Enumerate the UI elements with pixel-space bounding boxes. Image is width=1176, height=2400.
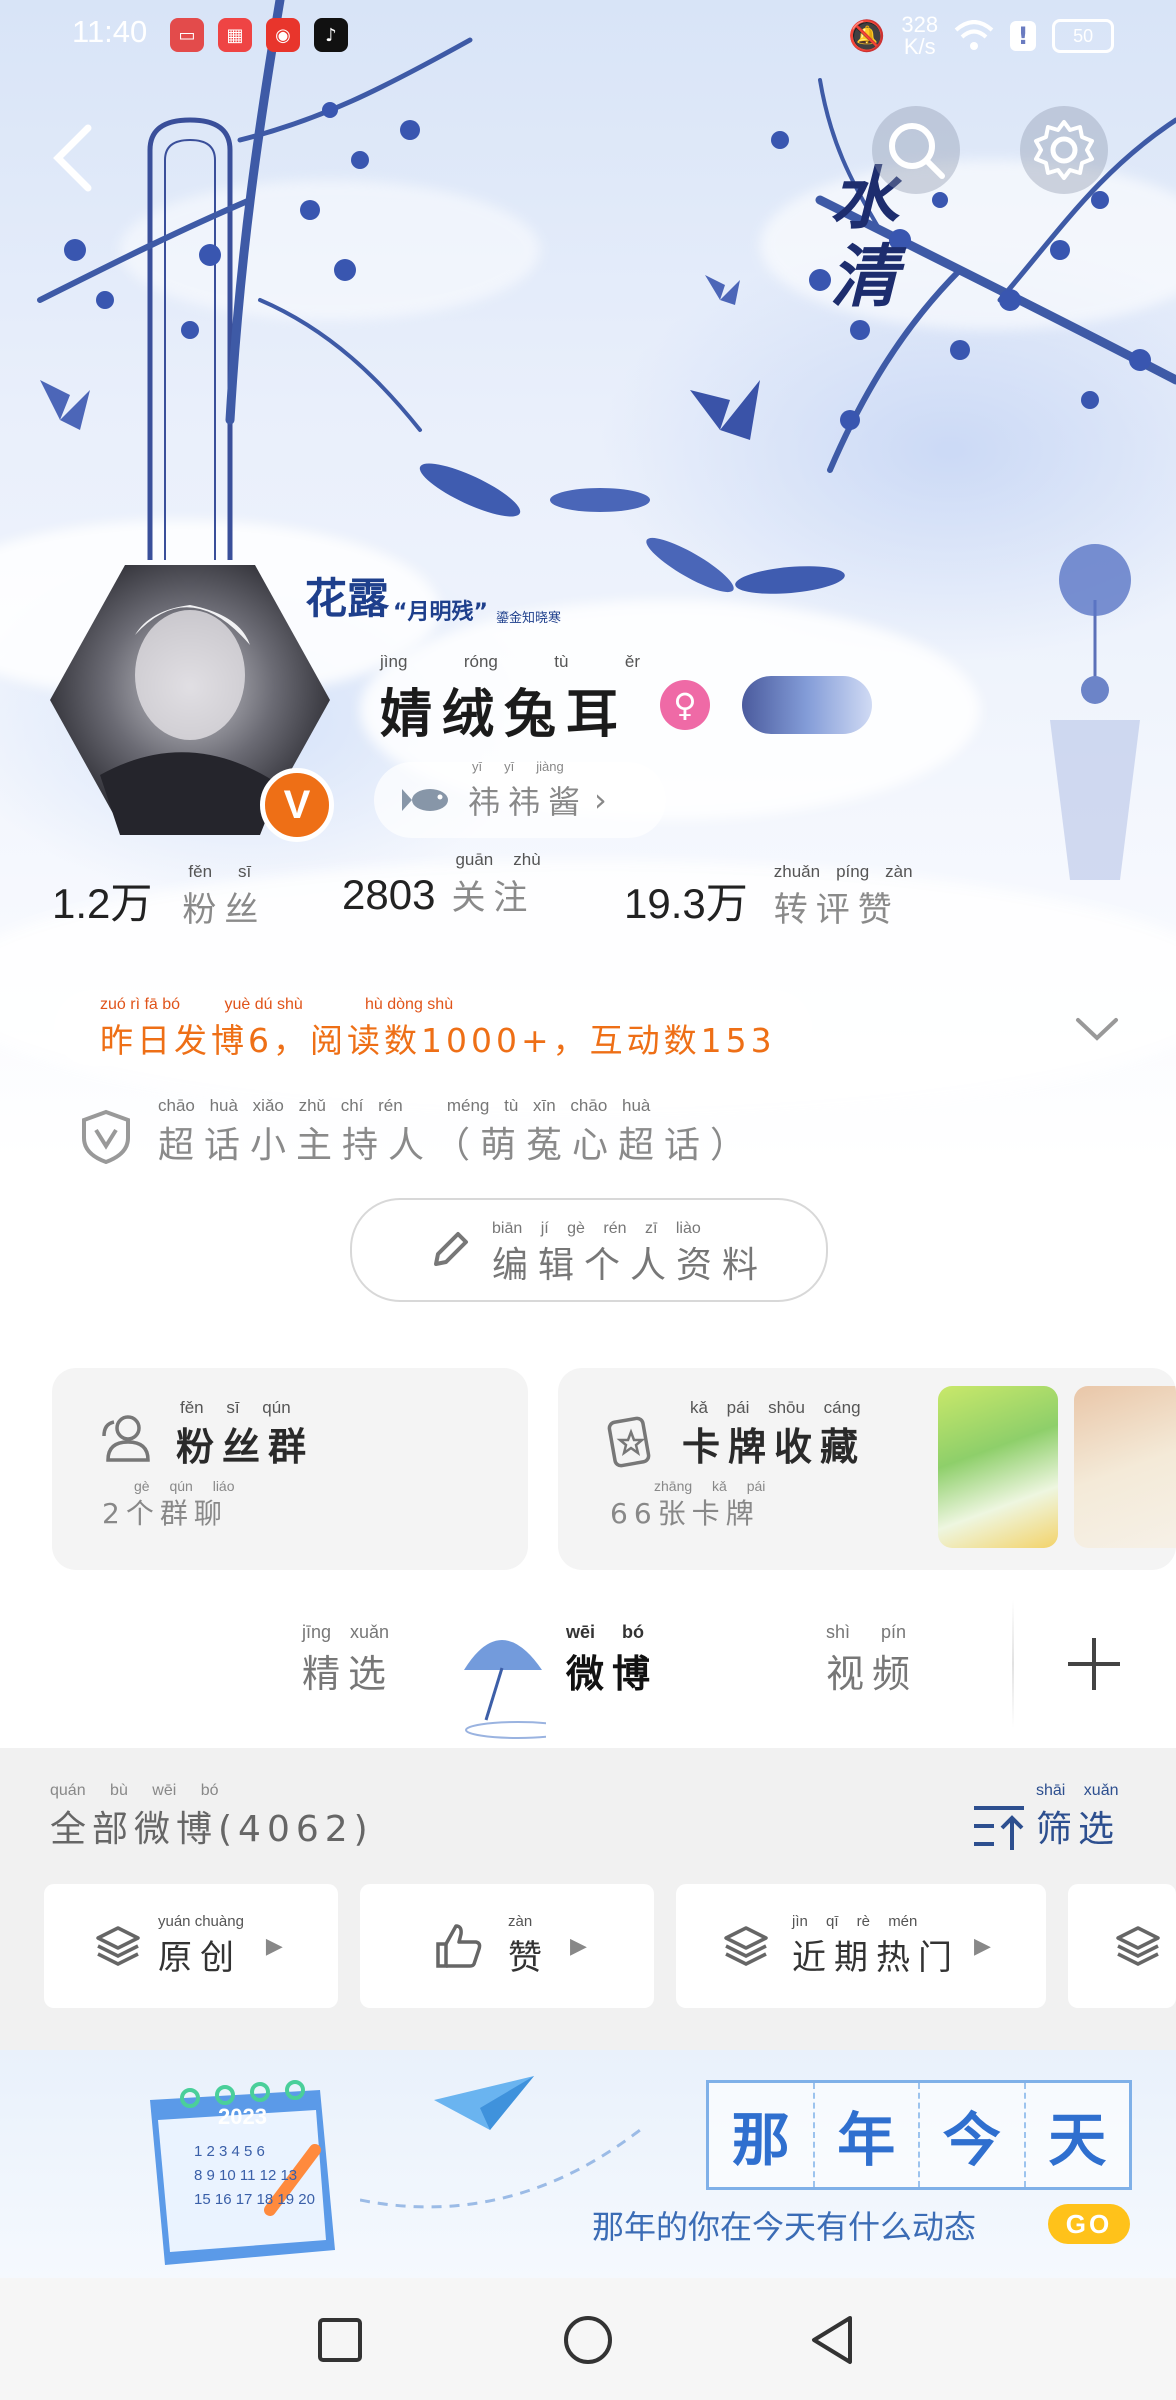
play-arrow-icon: ▶ bbox=[265, 1933, 283, 1959]
tab-video[interactable]: shì pín 视频 bbox=[826, 1622, 918, 1698]
app-grid-icon: ▦ bbox=[218, 18, 252, 52]
tab-weibo[interactable]: wēi bó 微博 bbox=[566, 1622, 658, 1698]
stat-fans[interactable]: 1.2万 fěn sī 粉丝 bbox=[52, 862, 266, 931]
net-speed: 328 K/s bbox=[901, 12, 939, 59]
fish-icon bbox=[402, 789, 448, 811]
chevron-down-icon[interactable] bbox=[1072, 1014, 1122, 1044]
filter-chip-trending[interactable]: jìn qī rè mén 近期热门 ▶ bbox=[676, 1884, 1046, 2008]
system-nav-bar bbox=[0, 2278, 1176, 2400]
status-time: 11:40 bbox=[72, 14, 148, 49]
tab-divider bbox=[1012, 1600, 1014, 1728]
card-star-icon bbox=[607, 1416, 651, 1468]
calendar-dates: 1 2 3 4 5 6 8 9 10 11 12 13 15 16 17 18 … bbox=[194, 2143, 315, 2208]
weibo-icon: ◉ bbox=[266, 18, 300, 52]
avatar[interactable]: V bbox=[40, 555, 340, 845]
edit-profile-button[interactable]: biān jí gè rén zī liào 编辑个人资料 bbox=[350, 1198, 828, 1302]
all-posts-label[interactable]: quán bù wēi bó 全部微博(4062) bbox=[50, 1782, 374, 1852]
filter-chip-original[interactable]: yuán chuàng 原创 ▶ bbox=[44, 1884, 338, 2008]
filter-chip-like[interactable]: zàn 赞 ▶ bbox=[360, 1884, 654, 2008]
verified-badge: V bbox=[260, 768, 334, 842]
member-badge-icon[interactable] bbox=[742, 676, 872, 734]
thumbs-up-icon bbox=[436, 1924, 482, 1968]
home-icon[interactable] bbox=[562, 2314, 614, 2366]
sort-filter-icon bbox=[974, 1806, 1024, 1850]
mute-icon: 🔕 bbox=[848, 19, 886, 53]
fans-group-card[interactable]: fěn sī qún 粉丝群 gè qún liáo 2个群聊 bbox=[52, 1368, 528, 1570]
name-pinyin: jìng róng tù ěr bbox=[380, 652, 640, 671]
huawei-store-icon: ▭ bbox=[170, 18, 204, 52]
tab-bar: jīng xuǎn 精选 wēi bó 微博 shì pín 视频 bbox=[0, 1600, 1176, 1748]
banner-subtitle: 那年的你在今天有什么动态 bbox=[592, 2208, 977, 2246]
tab-featured[interactable]: jīng xuǎn 精选 bbox=[302, 1622, 394, 1698]
stat-reposts-comments-likes[interactable]: 19.3万 zhuǎn píng zàn 转评赞 bbox=[624, 862, 913, 931]
stat-following[interactable]: 2803 guān zhù 关注 bbox=[342, 850, 541, 919]
tiktok-icon: ♪ bbox=[314, 18, 348, 52]
filter-button[interactable]: shāi xuǎn 筛选 bbox=[970, 1782, 1120, 1852]
nickname-text: 祎祎酱 bbox=[468, 783, 589, 821]
profile-name: 婧绒兔耳 bbox=[380, 684, 629, 745]
settings-button[interactable] bbox=[1020, 106, 1108, 194]
female-icon: ♀ bbox=[660, 680, 710, 730]
back-triangle-icon[interactable] bbox=[808, 2314, 856, 2366]
calendar-year: 2023 bbox=[218, 2104, 267, 2129]
search-icon bbox=[889, 123, 945, 179]
people-icon bbox=[102, 1415, 150, 1462]
play-arrow-icon: ▶ bbox=[570, 1933, 587, 1959]
wifi-icon bbox=[954, 20, 994, 50]
play-arrow-icon: ▶ bbox=[974, 1933, 991, 1959]
back-arrow-icon bbox=[53, 124, 92, 192]
card-thumbnail-2[interactable] bbox=[1074, 1386, 1176, 1548]
plus-icon[interactable] bbox=[1066, 1636, 1122, 1692]
card-thumbnail-1[interactable] bbox=[938, 1386, 1058, 1548]
feed-filter-area: quán bù wēi bó 全部微博(4062) shāi xuǎn 筛选 y… bbox=[0, 1748, 1176, 2050]
activity-summary[interactable]: zuó rì fā bó yuè dú shù hù dòng shù 昨日发博… bbox=[54, 990, 812, 1066]
battery-icon: 50 bbox=[1052, 19, 1115, 53]
umbrella-icon bbox=[464, 1640, 546, 1739]
shield-icon bbox=[82, 1109, 130, 1164]
alert-icon: ! bbox=[1010, 21, 1037, 51]
gear-icon bbox=[1034, 120, 1094, 180]
super-topic-host[interactable]: chāo huà xiǎo zhǔ chí rén méng tù xīn ch… bbox=[158, 1096, 756, 1168]
status-right: 🔕 328 K/s ! 50 bbox=[848, 12, 1115, 59]
search-button[interactable] bbox=[872, 106, 960, 194]
nickname-pill[interactable]: yī yī jiàng 祎祎酱 › bbox=[374, 759, 666, 838]
title-badge: 花露 “月明残” 鎏金知晓寒 bbox=[305, 574, 561, 626]
pencil-icon bbox=[434, 1232, 468, 1266]
layers-icon bbox=[724, 1926, 768, 1966]
card-collection-card[interactable]: kǎ pái shōu cáng 卡牌收藏 zhāng kǎ pái 66张卡牌 bbox=[558, 1368, 1176, 1570]
go-button[interactable]: GO bbox=[1048, 2204, 1130, 2244]
banner-title: 那 年 今 天 bbox=[706, 2080, 1132, 2190]
status-app-icons: ▭ ▦ ◉ ♪ bbox=[170, 18, 348, 52]
recent-apps-icon[interactable] bbox=[316, 2316, 364, 2364]
back-button[interactable] bbox=[44, 118, 104, 198]
layers-icon bbox=[1116, 1926, 1160, 1966]
filter-chip-more[interactable] bbox=[1068, 1884, 1176, 2008]
layers-icon bbox=[96, 1926, 140, 1966]
on-this-day-banner[interactable]: 2023 1 2 3 4 5 6 8 9 10 11 12 13 15 16 1… bbox=[0, 2050, 1176, 2278]
chevron-right-icon: › bbox=[594, 781, 607, 819]
